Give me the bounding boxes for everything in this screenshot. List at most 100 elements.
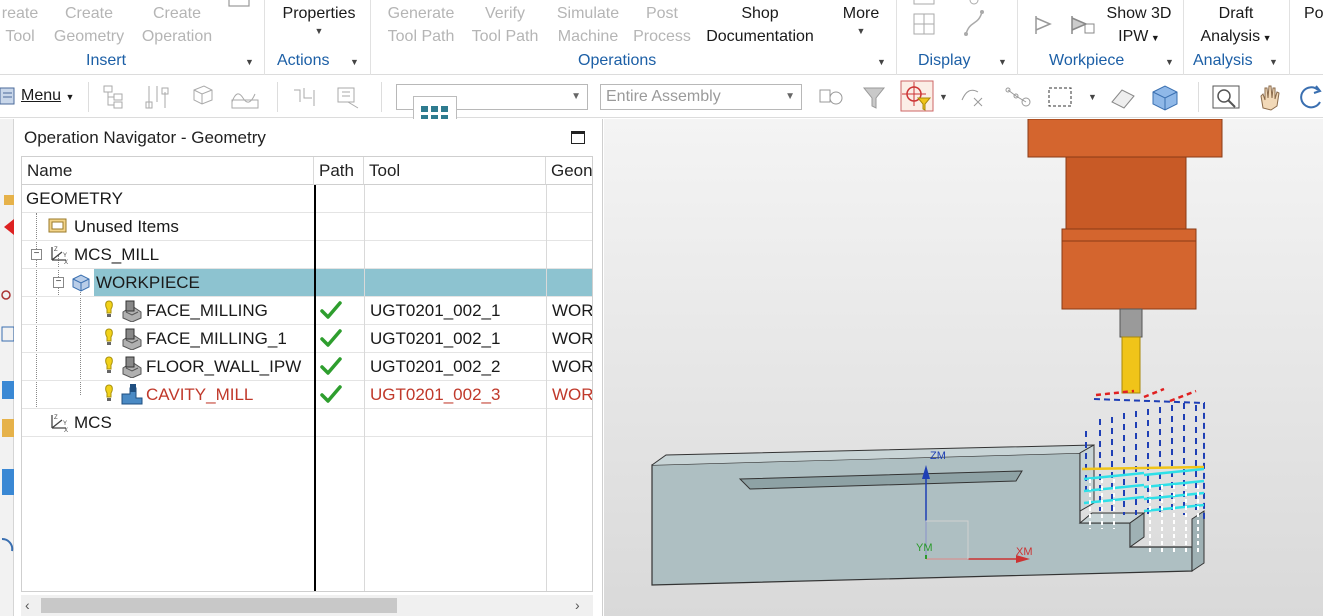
draft-analysis-button[interactable]: Draft Analysis ▼ [1191,2,1281,50]
cell-name: FACE_MILLING [146,301,268,320]
menu-icon[interactable] [0,86,18,108]
status-indicator [104,328,114,353]
node-path-icon[interactable] [1002,82,1036,112]
select-feature-icon[interactable] [814,82,848,112]
ribbon-label-operations: Operations [578,52,657,69]
node-icon [120,384,144,411]
assembly-scope-dropdown[interactable]: Entire Assembly ▼ [600,84,802,110]
more-dropdown-arrow: ▼ [856,26,866,36]
pan-hand-icon[interactable] [1253,82,1287,112]
cell-geometry [552,409,592,436]
table-row[interactable]: FLOOR_WALL_IPW UGT0201_002_2 WOR [22,353,592,381]
cell-tool [370,185,542,212]
create-operation-button[interactable]: Create Operation [136,2,218,48]
display-curve-icon[interactable] [962,0,986,40]
machine-tool-view-icon[interactable] [186,82,220,112]
column-header-tool[interactable]: Tool [364,157,546,185]
cell-geometry [552,213,592,240]
node-icon: ZYX [48,244,70,269]
horizontal-scrollbar[interactable]: ‹ › [21,595,593,616]
column-header-name[interactable]: Name [22,157,314,185]
table-row[interactable]: − WORKPIECE [22,269,592,297]
graphics-viewport[interactable]: ZM YM XM [604,119,1323,616]
cell-name: FACE_MILLING_1 [146,329,287,348]
scroll-right-icon[interactable]: › [575,597,580,613]
cam-scene[interactable]: ZM YM XM [604,119,1323,616]
po-partial-button[interactable]: Po [1304,2,1323,25]
toolbar-separator [277,82,278,112]
table-row[interactable]: Unused Items [22,213,592,241]
table-row[interactable]: − Z Y X MCS_MILL [22,241,592,269]
ribbon-label-display: Display [918,52,971,69]
cell-tool: UGT0201_002_1 [370,329,501,348]
cell-geometry [552,241,592,268]
create-tool-button[interactable]: reate Tool [0,2,42,48]
point-on-curve-icon[interactable] [958,82,992,112]
insert-expand-arrow[interactable]: ▼ [245,57,254,67]
path-status-cell [320,384,342,409]
more-button[interactable]: More ▼ [836,2,886,37]
ribbon-label-insert: Insert [86,52,127,69]
shop-documentation-button[interactable]: Shop Documentation [698,2,822,48]
status-indicator [104,384,114,409]
zoom-fit-icon[interactable] [1210,82,1244,112]
scrollbar-thumb[interactable] [41,598,397,613]
cell-geometry [552,269,592,296]
maximize-icon[interactable] [571,131,585,144]
generate-tool-path-button[interactable]: Generate Tool Path [380,2,462,48]
display-expand-arrow[interactable]: ▼ [998,57,1007,67]
svg-text:Y: Y [63,421,67,427]
cell-tool: UGT0201_002_1 [370,301,501,320]
simulate-machine-button[interactable]: Simulate Machine [550,2,626,48]
properties-label: Properties [282,5,356,22]
select-dropdown-arrow[interactable]: ▼ [1088,92,1097,102]
snap-point-icon[interactable] [900,80,934,112]
tree-view-icon[interactable] [100,82,134,112]
analysis-expand-arrow[interactable]: ▼ [1269,57,1278,67]
more-label: More [842,5,880,22]
menu-label: Menu [21,87,62,104]
scroll-left-icon[interactable]: ‹ [25,597,30,613]
rotate-icon[interactable] [1296,82,1323,112]
path-display-icon[interactable] [290,82,324,112]
program-order-icon[interactable] [143,82,177,112]
snap-dropdown-arrow[interactable]: ▼ [939,92,948,102]
table-row[interactable]: GEOMETRY [22,185,592,213]
rectangle-select-icon[interactable] [1045,82,1079,112]
node-icon: ZYX [48,412,70,437]
verify-tool-path-button[interactable]: Verify Tool Path [467,2,543,48]
create-more-icon [228,0,250,7]
table-row[interactable]: CAVITY_MILL UGT0201_002_3 WOR [22,381,592,411]
menu-button[interactable]: Menu ▼ [21,87,74,105]
workpiece-flag-icon[interactable] [1033,14,1055,36]
check-icon [320,385,342,403]
operations-expand-arrow[interactable]: ▼ [877,57,886,67]
show3d-label-2: IPW [1118,28,1149,45]
column-header-geometry[interactable]: Geon [546,157,592,185]
eraser-icon[interactable] [1106,82,1140,112]
filter-funnel-icon[interactable] [858,82,892,112]
create-geometry-label-1: Create [64,5,114,22]
shaded-cube-icon[interactable] [1148,82,1182,112]
column-header-path[interactable]: Path [314,157,364,185]
chevron-down-icon: ▼ [785,91,795,102]
properties-button[interactable]: Properties ▼ [274,2,364,37]
workpiece-expand-arrow[interactable]: ▼ [1165,57,1174,67]
node-icon [70,272,92,297]
workpiece-ipw-icon[interactable] [1069,14,1097,36]
collapse-toggle[interactable]: − [53,277,64,288]
method-view-icon[interactable] [229,82,263,112]
toolbar-separator [381,82,382,112]
collapse-toggle[interactable]: − [31,249,42,260]
operation-edit-icon[interactable] [332,82,366,112]
show-3d-ipw-button[interactable]: Show 3D IPW ▼ [1099,2,1179,50]
display-grid-icon[interactable] [912,0,936,40]
simulate-label-2: Machine [557,28,619,45]
table-row[interactable]: Z Y X MCS [22,409,592,437]
create-geometry-button[interactable]: Create Geometry [50,2,128,48]
nx-cam-window: reate Tool Create Geometry Create Operat… [0,0,1323,616]
table-row[interactable]: FACE_MILLING_1 UGT0201_002_1 WOR [22,325,592,353]
table-row[interactable]: FACE_MILLING UGT0201_002_1 WOR [22,297,592,325]
actions-expand-arrow[interactable]: ▼ [350,57,359,67]
post-process-button[interactable]: Post Process [630,2,694,48]
